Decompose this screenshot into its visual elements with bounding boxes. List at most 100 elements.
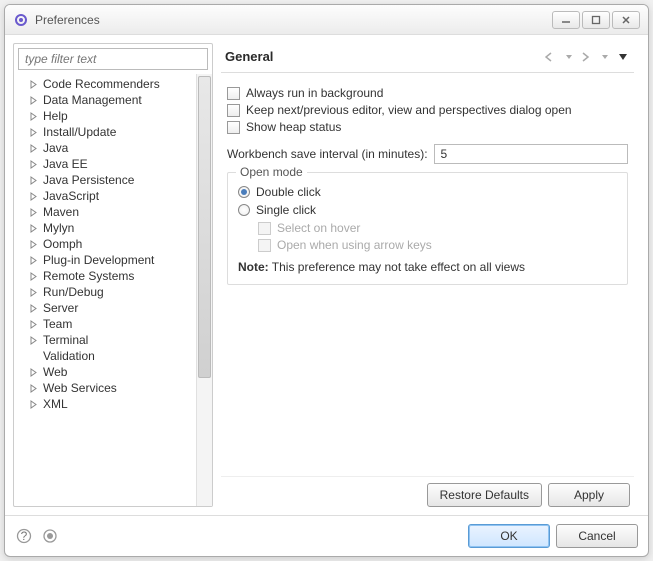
scrollbar[interactable] <box>196 74 212 506</box>
expand-icon[interactable] <box>28 127 39 138</box>
open-mode-group: Open mode Double click Single click Sele… <box>227 172 628 285</box>
preferences-window: Preferences Code RecommendersData Manage… <box>4 4 649 557</box>
show-heap-checkbox[interactable] <box>227 121 240 134</box>
expand-icon[interactable] <box>28 287 39 298</box>
tree-item-label: Validation <box>43 349 95 363</box>
select-hover-checkbox <box>258 222 271 235</box>
view-menu-icon[interactable] <box>616 50 630 64</box>
tree-item-code-recommenders[interactable]: Code Recommenders <box>14 76 196 92</box>
always-run-bg-checkbox[interactable] <box>227 87 240 100</box>
tree-item-label: Maven <box>43 205 79 219</box>
double-click-label: Double click <box>256 185 321 199</box>
tree-item-label: Data Management <box>43 93 142 107</box>
tree-item-oomph[interactable]: Oomph <box>14 236 196 252</box>
single-click-radio[interactable] <box>238 204 250 216</box>
maximize-button[interactable] <box>582 11 610 29</box>
open-mode-title: Open mode <box>236 165 307 179</box>
main-panel: General Always run in background Keep ne… <box>213 43 640 507</box>
open-arrow-checkbox <box>258 239 271 252</box>
tree-item-label: JavaScript <box>43 189 99 203</box>
expand-icon[interactable] <box>28 255 39 266</box>
always-run-bg-label: Always run in background <box>246 86 383 100</box>
tree-item-javascript[interactable]: JavaScript <box>14 188 196 204</box>
expand-icon[interactable] <box>28 303 39 314</box>
cancel-button[interactable]: Cancel <box>556 524 638 548</box>
tree-item-install-update[interactable]: Install/Update <box>14 124 196 140</box>
tree-item-plug-in-development[interactable]: Plug-in Development <box>14 252 196 268</box>
tree-item-run-debug[interactable]: Run/Debug <box>14 284 196 300</box>
expand-icon[interactable] <box>28 271 39 282</box>
forward-icon[interactable] <box>580 50 594 64</box>
expand-icon[interactable] <box>28 207 39 218</box>
expand-icon[interactable] <box>28 399 39 410</box>
expand-icon[interactable] <box>28 111 39 122</box>
record-icon[interactable] <box>41 527 59 545</box>
tree-item-label: XML <box>43 397 68 411</box>
tree-item-label: Java <box>43 141 68 155</box>
tree-item-xml[interactable]: XML <box>14 396 196 412</box>
keep-dialog-checkbox[interactable] <box>227 104 240 117</box>
expand-icon[interactable] <box>28 175 39 186</box>
expand-icon[interactable] <box>28 191 39 202</box>
tree-item-label: Remote Systems <box>43 269 134 283</box>
minimize-button[interactable] <box>552 11 580 29</box>
tree-item-label: Web Services <box>43 381 117 395</box>
expand-icon[interactable] <box>28 239 39 250</box>
tree-item-server[interactable]: Server <box>14 300 196 316</box>
filter-input[interactable] <box>18 48 208 70</box>
back-menu-icon[interactable] <box>562 50 576 64</box>
single-click-label: Single click <box>256 203 316 217</box>
tree-item-web[interactable]: Web <box>14 364 196 380</box>
tree-item-label: Run/Debug <box>43 285 104 299</box>
tree-item-web-services[interactable]: Web Services <box>14 380 196 396</box>
select-hover-label: Select on hover <box>277 221 360 235</box>
tree-item-label: Plug-in Development <box>43 253 154 267</box>
double-click-radio[interactable] <box>238 186 250 198</box>
expand-icon[interactable] <box>28 367 39 378</box>
category-tree[interactable]: Code RecommendersData Management HelpInst… <box>14 74 196 506</box>
tree-item-label: Server <box>43 301 78 315</box>
expand-icon[interactable] <box>28 335 39 346</box>
tree-item-data-management[interactable]: Data Management <box>14 92 196 108</box>
tree-item-team[interactable]: Team <box>14 316 196 332</box>
tree-item-label: Mylyn <box>43 221 74 235</box>
scrollbar-thumb[interactable] <box>198 76 211 378</box>
titlebar[interactable]: Preferences <box>5 5 648 35</box>
tree-item-label: Java Persistence <box>43 173 134 187</box>
tree-item-label: Java EE <box>43 157 88 171</box>
show-heap-label: Show heap status <box>246 120 341 134</box>
tree-item-java[interactable]: Java <box>14 140 196 156</box>
tree-item-mylyn[interactable]: Mylyn <box>14 220 196 236</box>
back-icon[interactable] <box>544 50 558 64</box>
interval-label: Workbench save interval (in minutes): <box>227 147 428 161</box>
expand-icon[interactable] <box>28 95 39 106</box>
close-button[interactable] <box>612 11 640 29</box>
interval-input[interactable] <box>434 144 628 164</box>
expand-icon[interactable] <box>28 143 39 154</box>
restore-defaults-button[interactable]: Restore Defaults <box>427 483 542 507</box>
ok-button[interactable]: OK <box>468 524 550 548</box>
tree-item-label: Oomph <box>43 237 82 251</box>
expand-icon[interactable] <box>28 383 39 394</box>
app-icon <box>13 12 29 28</box>
tree-item-java-ee[interactable]: Java EE <box>14 156 196 172</box>
expand-icon[interactable] <box>28 223 39 234</box>
tree-item-remote-systems[interactable]: Remote Systems <box>14 268 196 284</box>
apply-button[interactable]: Apply <box>548 483 630 507</box>
tree-item-help[interactable]: Help <box>14 108 196 124</box>
tree-item-validation[interactable]: Validation <box>14 348 196 364</box>
tree-item-terminal[interactable]: Terminal <box>14 332 196 348</box>
tree-item-label: Web <box>43 365 67 379</box>
tree-item-label: Help <box>43 109 68 123</box>
window-title: Preferences <box>35 13 552 27</box>
expand-icon[interactable] <box>28 79 39 90</box>
note-text: Note: This preference may not take effec… <box>238 260 617 274</box>
expand-icon[interactable] <box>28 159 39 170</box>
svg-text:?: ? <box>21 529 28 543</box>
tree-item-maven[interactable]: Maven <box>14 204 196 220</box>
expand-icon[interactable] <box>28 319 39 330</box>
tree-item-java-persistence[interactable]: Java Persistence <box>14 172 196 188</box>
keep-dialog-label: Keep next/previous editor, view and pers… <box>246 103 572 117</box>
help-icon[interactable]: ? <box>15 527 33 545</box>
forward-menu-icon[interactable] <box>598 50 612 64</box>
